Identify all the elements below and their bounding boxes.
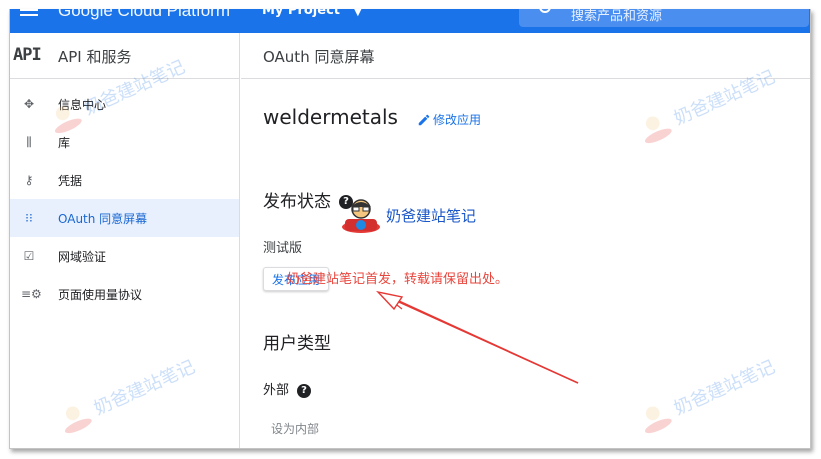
user-type-label: 外部 [263, 383, 290, 398]
checkbox-icon: ☑ [23, 249, 35, 263]
key-icon: ⚷ [24, 173, 34, 187]
search-icon [539, 9, 551, 13]
watermark-center: 奶爸建站笔记 [340, 197, 476, 233]
page-title: OAuth 同意屏幕 [263, 48, 375, 66]
consent-icon: ⁝⁝ [25, 211, 33, 225]
repost-note: 奶爸建站笔记首发，转载请保留出处。 [287, 272, 509, 287]
sidebar-item-library[interactable]: ⫼ 库 [10, 123, 239, 161]
edit-app-button[interactable]: 修改应用 [417, 111, 481, 128]
set-internal-button[interactable]: 设为内部 [271, 420, 319, 437]
project-selector[interactable]: My Project [262, 9, 340, 18]
edit-app-label: 修改应用 [433, 113, 482, 127]
user-type-heading: 用户类型 [263, 334, 331, 354]
project-name: My Project [262, 9, 340, 18]
library-icon: ⫼ [26, 134, 32, 149]
sidebar-title: API 和服务 [58, 48, 132, 66]
sidebar-header: API API 和服务 [10, 33, 239, 79]
gcp-brand[interactable]: Google Cloud Platform [58, 9, 230, 21]
api-logo: API [13, 45, 42, 65]
app-name: weldermetals [263, 105, 398, 129]
publish-status-title: 发布状态 [263, 192, 331, 212]
dashboard-icon: ✥ [23, 97, 35, 111]
screenshot-frame: Google Cloud Platform My Project ▼ 搜索产品和… [9, 9, 811, 449]
sidebar-item-label: 凭据 [58, 173, 83, 188]
watermark-text: 奶爸建站笔记 [386, 206, 477, 225]
sidebar-item-label: OAuth 同意屏幕 [58, 211, 148, 226]
chevron-down-icon[interactable]: ▼ [354, 9, 362, 18]
help-icon[interactable]: ? [297, 383, 312, 398]
page-header: OAuth 同意屏幕 [241, 33, 810, 79]
sidebar-item-oauth-consent[interactable]: ⁝⁝ OAuth 同意屏幕 [10, 199, 239, 237]
sidebar-item-domain-verification[interactable]: ☑ 网域验证 [10, 237, 239, 275]
pencil-icon [418, 114, 430, 125]
top-app-bar: Google Cloud Platform My Project ▼ 搜索产品和… [10, 9, 810, 33]
sidebar-item-credentials[interactable]: ⚷ 凭据 [10, 161, 239, 199]
mascot-icon [342, 199, 380, 233]
sidebar-item-label: 页面使用量协议 [58, 287, 143, 302]
settings-list-icon: ≡⚙ [21, 287, 42, 301]
sidebar-item-page-usage-agreements[interactable]: ≡⚙ 页面使用量协议 [10, 275, 239, 313]
search-bar[interactable]: 搜索产品和资源 [519, 9, 809, 27]
hamburger-menu-icon[interactable] [20, 9, 38, 19]
publish-status-value: 测试版 [263, 241, 303, 256]
search-input[interactable]: 搜索产品和资源 [571, 9, 662, 24]
sidebar-item-label: 网域验证 [58, 249, 107, 264]
user-type-value: 外部? [263, 379, 312, 398]
